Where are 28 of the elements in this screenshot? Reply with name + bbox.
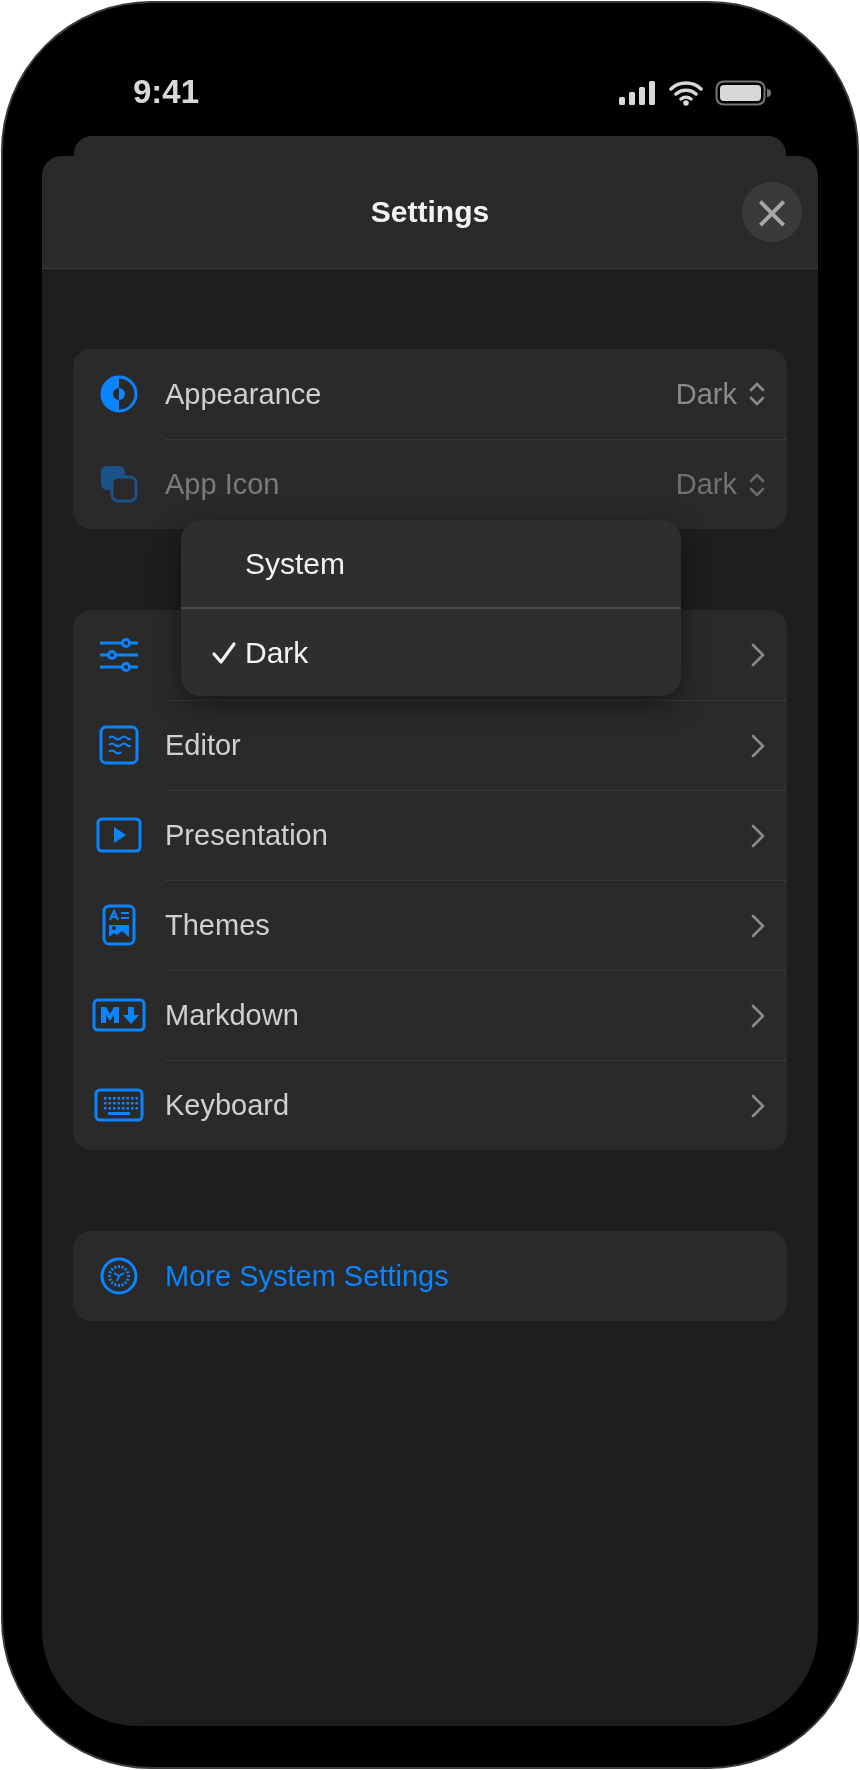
up-down-chevron-icon xyxy=(749,381,765,407)
row-label: Appearance xyxy=(165,377,323,411)
row-label: More System Settings xyxy=(165,1259,450,1293)
time-text: 9:41 xyxy=(133,73,200,111)
battery-icon xyxy=(715,80,771,106)
row-value: Dark xyxy=(675,377,737,411)
menu-option[interactable]: System xyxy=(181,520,681,607)
menu-option[interactable]: Dark xyxy=(181,607,681,696)
chevron-right-icon xyxy=(751,643,765,667)
chevron-right-icon xyxy=(751,733,765,758)
row-label: Markdown xyxy=(165,999,300,1032)
row-label: App Icon xyxy=(165,468,281,501)
row-label: Themes xyxy=(165,909,271,942)
close-button[interactable]: × xyxy=(742,182,802,242)
menu-label: System xyxy=(245,546,346,581)
row-label: Keyboard xyxy=(165,1089,291,1122)
chevron-right-icon xyxy=(751,1003,765,1028)
row-label: Editor xyxy=(165,729,242,762)
up-down-chevron-icon xyxy=(749,471,765,498)
sheet-title: Settings xyxy=(370,195,490,229)
wifi-icon xyxy=(669,80,703,106)
menu-label: Dark xyxy=(245,635,309,670)
chevron-right-icon xyxy=(751,1093,765,1118)
row-value: Dark xyxy=(675,468,737,501)
chevron-right-icon xyxy=(751,823,765,848)
signal-icon xyxy=(619,81,657,105)
chevron-right-icon xyxy=(751,913,765,938)
row-label: Presentation xyxy=(165,819,329,852)
